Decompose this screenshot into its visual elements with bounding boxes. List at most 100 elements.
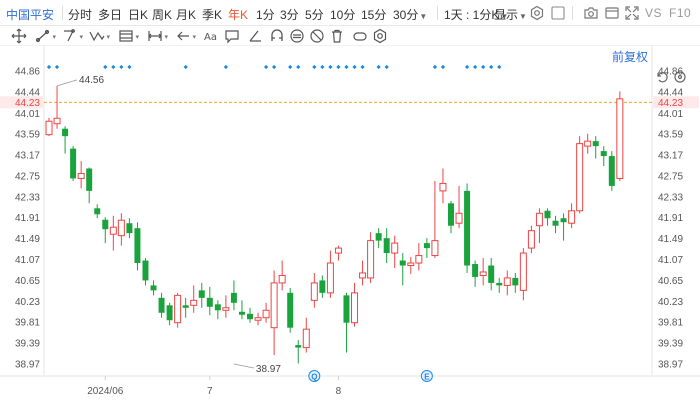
range-measure-icon[interactable]: ▾ bbox=[146, 27, 168, 45]
candle-body-down[interactable] bbox=[343, 295, 350, 323]
candle-body-up[interactable] bbox=[77, 172, 85, 179]
candle-body-down[interactable] bbox=[150, 285, 157, 291]
candle-body-up[interactable] bbox=[367, 240, 375, 279]
event-dot-marker[interactable] bbox=[376, 64, 381, 70]
candle-body-down[interactable] bbox=[158, 297, 165, 313]
candle-body-up[interactable] bbox=[391, 242, 399, 254]
settings-gear-icon[interactable] bbox=[529, 5, 545, 21]
candle-body-down[interactable] bbox=[464, 190, 471, 266]
candle-body-up[interactable] bbox=[190, 299, 198, 306]
hide-drawing-icon[interactable] bbox=[308, 27, 326, 45]
stock-name-selector[interactable]: 中国平安 bbox=[6, 6, 54, 23]
candle-body-down[interactable] bbox=[94, 208, 101, 215]
period-tab-monthly-k[interactable]: 月K bbox=[176, 6, 196, 23]
candle-body-up[interactable] bbox=[302, 328, 310, 349]
event-dot-marker[interactable] bbox=[360, 64, 365, 70]
candle-body-down[interactable] bbox=[608, 156, 615, 186]
candle-body-down[interactable] bbox=[544, 210, 551, 219]
candle-body-down[interactable] bbox=[134, 228, 141, 264]
event-dot-marker[interactable] bbox=[263, 64, 269, 70]
period-tab-3min[interactable]: 3分 bbox=[280, 6, 299, 23]
candle-body-up[interactable] bbox=[576, 143, 584, 212]
candle-body-down[interactable] bbox=[86, 168, 93, 191]
event-dot-marker[interactable] bbox=[183, 64, 188, 70]
candle-body-down[interactable] bbox=[70, 148, 77, 179]
candle-body-up[interactable] bbox=[415, 255, 423, 264]
event-dot-marker[interactable] bbox=[336, 64, 341, 70]
candle-body-down[interactable] bbox=[182, 305, 189, 308]
candle-body-down[interactable] bbox=[512, 277, 519, 286]
candle-body-up[interactable] bbox=[407, 262, 415, 267]
candle-body-down[interactable] bbox=[488, 265, 495, 283]
window-icon[interactable] bbox=[604, 5, 620, 21]
candle-body-up[interactable] bbox=[53, 117, 61, 125]
candle-body-up[interactable] bbox=[326, 262, 334, 294]
camera-icon[interactable] bbox=[583, 5, 599, 21]
candle-body-up[interactable] bbox=[254, 317, 262, 321]
candle-body-up[interactable] bbox=[479, 271, 487, 276]
candle-body-up[interactable] bbox=[45, 120, 53, 136]
candle-body-up[interactable] bbox=[503, 277, 511, 286]
candle-body-down[interactable] bbox=[600, 151, 607, 157]
candle-body-up[interactable] bbox=[535, 212, 543, 227]
event-dot-marker[interactable] bbox=[320, 64, 325, 70]
event-dot-marker[interactable] bbox=[352, 64, 357, 70]
event-dot-marker[interactable] bbox=[119, 64, 124, 70]
checkbox-icon[interactable] bbox=[550, 5, 566, 21]
event-dot-marker[interactable] bbox=[472, 64, 478, 70]
event-dot-marker[interactable] bbox=[111, 64, 116, 70]
event-dot-marker[interactable] bbox=[54, 64, 60, 70]
angle-tool-icon[interactable] bbox=[246, 27, 264, 45]
candle-body-up[interactable] bbox=[455, 212, 463, 224]
period-dropdown-30min[interactable]: 30分▼ bbox=[393, 6, 427, 23]
candle-body-down[interactable] bbox=[287, 292, 294, 328]
event-dot-marker[interactable] bbox=[328, 64, 333, 70]
candle-body-up[interactable] bbox=[568, 210, 576, 224]
candle-body-down[interactable] bbox=[295, 345, 302, 348]
candle-body-down[interactable] bbox=[560, 218, 567, 223]
event-dot-marker[interactable] bbox=[489, 64, 494, 70]
move-crosshair-icon[interactable] bbox=[10, 27, 28, 45]
candle-body-up[interactable] bbox=[584, 140, 592, 147]
candle-body-up[interactable] bbox=[270, 282, 278, 329]
candle-body-up[interactable] bbox=[334, 247, 342, 254]
channel-tool-icon[interactable]: ▾ bbox=[61, 27, 83, 45]
candle-body-up[interactable] bbox=[351, 292, 359, 324]
event-dot-marker[interactable] bbox=[384, 64, 389, 70]
candle-body-up[interactable] bbox=[439, 182, 447, 192]
candle-body-down[interactable] bbox=[448, 203, 454, 226]
period-tab-yearly-k[interactable]: 年K bbox=[228, 6, 248, 23]
display-dropdown[interactable]: 显示▼ bbox=[494, 6, 527, 23]
vs-compare-button[interactable]: VS bbox=[645, 6, 662, 20]
period-tab-weekly-k[interactable]: 周K bbox=[152, 6, 172, 23]
event-dot-marker[interactable] bbox=[288, 64, 293, 70]
period-tab-15min[interactable]: 15分 bbox=[361, 6, 386, 23]
candle-body-down[interactable] bbox=[102, 219, 109, 230]
candle-body-down[interactable] bbox=[592, 141, 599, 147]
event-dot-marker[interactable] bbox=[271, 64, 277, 70]
candle-body-up[interactable] bbox=[359, 272, 367, 279]
candle-body-down[interactable] bbox=[126, 223, 133, 234]
candle-body-down[interactable] bbox=[247, 313, 253, 320]
fullscreen-icon[interactable] bbox=[624, 5, 640, 21]
candle-body-up[interactable] bbox=[222, 307, 230, 311]
candle-body-up[interactable] bbox=[174, 294, 182, 324]
candle-body-down[interactable] bbox=[214, 304, 221, 311]
period-tab-multiday[interactable]: 多日 bbox=[98, 6, 122, 23]
period-tab-1min[interactable]: 1分 bbox=[256, 6, 275, 23]
magnet-tool-icon[interactable] bbox=[268, 27, 286, 45]
line-tool-icon[interactable]: ▾ bbox=[34, 27, 56, 45]
event-dot-marker[interactable] bbox=[464, 64, 470, 70]
candle-body-down[interactable] bbox=[198, 290, 205, 298]
arrow-tool-icon[interactable]: ▾ bbox=[174, 27, 196, 45]
candle-body-up[interactable] bbox=[527, 230, 535, 249]
event-dot-marker[interactable] bbox=[223, 64, 229, 70]
period-tab-quarterly-k[interactable]: 季K bbox=[202, 6, 222, 23]
candle-body-up[interactable] bbox=[310, 282, 318, 301]
candle-body-down[interactable] bbox=[423, 243, 430, 249]
candle-body-down[interactable] bbox=[230, 292, 237, 303]
candle-body-up[interactable] bbox=[519, 252, 527, 291]
candle-body-down[interactable] bbox=[399, 260, 406, 266]
candle-body-down[interactable] bbox=[206, 297, 213, 307]
event-dot-marker[interactable] bbox=[344, 64, 349, 70]
